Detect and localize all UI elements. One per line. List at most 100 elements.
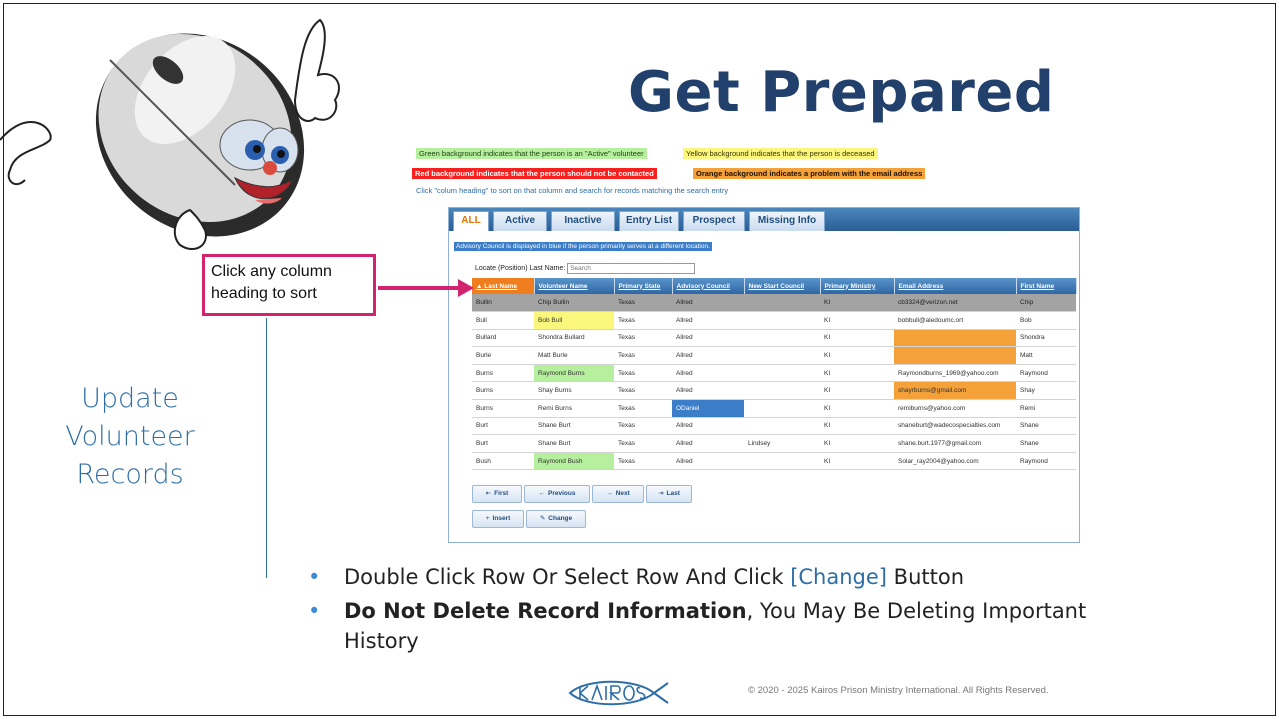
callout-line-1: Click any column [211,263,332,280]
insert-label: Insert [492,515,511,522]
table-row[interactable]: Bush Raymond Bush Texas Allred KI Solar_… [472,452,1076,471]
table-row[interactable]: Burns Remi Burns Texas ODaniel KI remibu… [472,399,1076,418]
cell [744,329,820,348]
tab-active[interactable]: Active [493,211,547,231]
bullet-item: • Do Not Delete Record Information, You … [308,596,1258,656]
copyright-text: © 2020 - 2025 Kairos Prison Ministry Int… [748,685,1049,696]
table-row[interactable]: Bullin Chip Bullin Texas Allred KI cb332… [472,294,1076,313]
column-header-primary-ministry[interactable]: Primary Ministry [820,278,895,294]
locate-row: Locate (Position) Last Name: [475,263,696,274]
last-button[interactable]: ⇥ Last [646,485,692,503]
first-label: First [494,490,509,497]
bullet-text: , You May Be Deleting Important [746,599,1087,623]
volunteer-records-panel: ALL Active Inactive Entry List Prospect … [448,207,1080,543]
cell: Bullard [472,329,534,348]
arrow-right-icon: → [606,490,613,497]
bullet-list: • Double Click Row Or Select Row And Cli… [308,562,1258,660]
previous-button[interactable]: ← Previous [524,485,590,503]
table-row[interactable]: Burle Matt Burle Texas Allred KI Matt [472,346,1076,365]
cell: KI [820,311,894,330]
last-page-icon: ⇥ [658,490,664,497]
cell [744,364,820,383]
insert-button[interactable]: + Insert [472,510,524,528]
tab-inactive[interactable]: Inactive [551,211,615,231]
bullet-dot-icon: • [308,599,321,623]
cell: remiburns@yahoo.com [894,399,1016,418]
cell: Allred [672,452,744,471]
table-row[interactable]: Bull Bob Bull Texas Allred KI bobbull@al… [472,311,1076,330]
table-row[interactable]: Burt Shane Burt Texas Allred KI shanebur… [472,417,1076,436]
tab-missing-info[interactable]: Missing Info [749,211,825,231]
cell: Shay Burns [534,381,614,401]
cell: Burns [472,399,534,418]
cell: Shondra [1016,329,1076,348]
cell: Texas [614,294,672,313]
cell-active: Raymond Burns [534,364,614,383]
tab-all[interactable]: ALL [453,211,489,231]
column-header-first-name[interactable]: First Name [1016,278,1077,294]
cell: Matt Burle [534,346,614,365]
cell-email-problem: shayrburns@gmail.com [894,381,1016,401]
cell: KI [820,294,894,313]
cell: cb3324@verizon.net [894,294,1016,313]
cell [744,294,820,313]
cell: Texas [614,417,672,436]
cell: Burns [472,364,534,383]
cell: Allred [672,364,744,383]
first-button[interactable]: ⇤ First [472,485,522,503]
cell: Texas [614,434,672,453]
table-row[interactable]: Burns Raymond Burns Texas Allred KI Raym… [472,364,1076,383]
change-button[interactable]: ✎ Change [526,510,586,528]
table-row[interactable]: Burt Shane Burt Texas Allred Lindsey KI … [472,434,1076,453]
change-label: Change [548,515,573,522]
plus-icon: + [485,515,490,522]
cell: Allred [672,417,744,436]
cell: Shondra Bullard [534,329,614,348]
cell [744,452,820,471]
column-header-advisory-council[interactable]: Advisory Council [672,278,745,294]
cell: Texas [614,311,672,330]
cell: Allred [672,294,744,313]
cell: Shane Burt [534,417,614,436]
cell [744,417,820,436]
cell: Allred [672,434,744,453]
table-header-row: ▲ Last Name Volunteer Name Primary State… [472,278,1077,294]
tab-entry-list[interactable]: Entry List [619,211,679,231]
column-header-email-address[interactable]: Email Address [894,278,1017,294]
cell-deceased: Bob Bull [534,311,614,330]
cell-email-problem [894,346,1016,365]
cell: Shane Burt [534,434,614,453]
cell: KI [820,399,894,418]
cell: Chip Bullin [534,294,614,313]
cell: Burle [472,346,534,365]
cell [744,399,820,418]
cell: Shane [1016,417,1076,436]
tab-prospect[interactable]: Prospect [683,211,745,231]
cell: Allred [672,311,744,330]
previous-label: Previous [548,490,576,497]
column-header-new-start-council[interactable]: New Start Council [744,278,821,294]
side-title-line-3: Records [76,459,184,490]
cell: KI [820,329,894,348]
cell: Texas [614,399,672,418]
column-header-volunteer-name[interactable]: Volunteer Name [534,278,615,294]
column-header-last-name[interactable]: ▲ Last Name [472,278,535,294]
callout-arrow-icon [378,279,474,297]
cell: KI [820,434,894,453]
table-row[interactable]: Burns Shay Burns Texas Allred KI shayrbu… [472,381,1076,401]
cell: Chip [1016,294,1076,313]
cell: Remi Burns [534,399,614,418]
cell: Bush [472,452,534,471]
legend-deceased-yellow: Yellow background indicates that the per… [683,148,878,159]
last-label: Last [666,490,680,497]
next-label: Next [615,490,630,497]
search-input[interactable] [567,263,696,274]
table-row[interactable]: Bullard Shondra Bullard Texas Allred KI … [472,329,1076,348]
bullet-dot-icon: • [308,565,321,589]
next-button[interactable]: → Next [592,485,644,503]
column-header-primary-state[interactable]: Primary State [614,278,673,294]
cell: Burt [472,417,534,436]
arrow-left-icon: ← [538,490,546,497]
cell: Raymondburns_1969@yahoo.com [894,364,1016,383]
cell: Shay [1016,381,1076,401]
